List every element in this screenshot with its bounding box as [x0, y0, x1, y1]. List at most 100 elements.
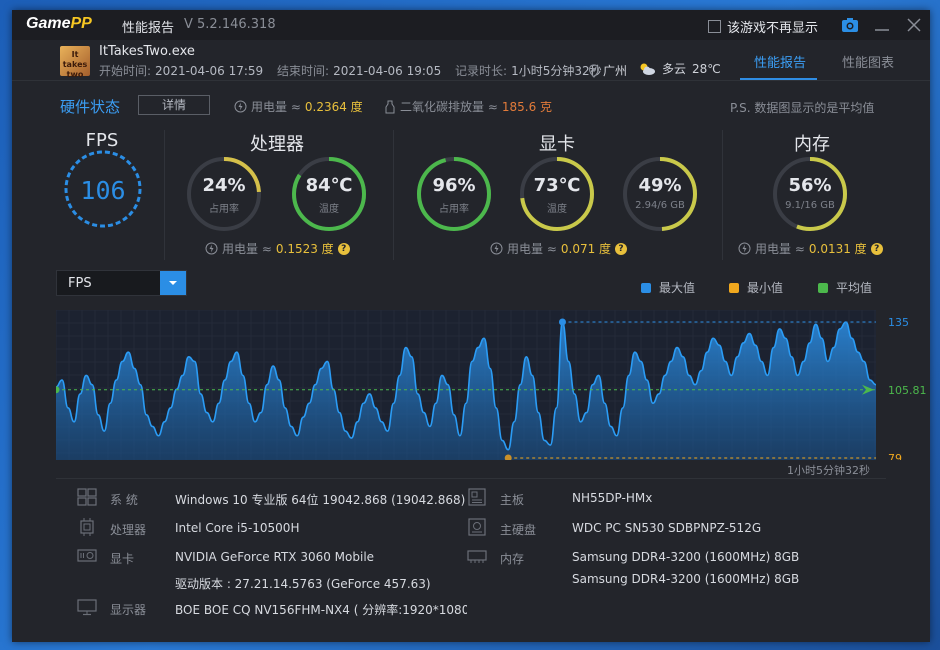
co2-bottle-icon: [385, 100, 395, 113]
cpu-temp-label: 温度: [319, 204, 339, 215]
legend-max-label: 最大值: [659, 281, 696, 295]
memory-stick-icon: [467, 550, 487, 563]
location-pin-icon: [588, 63, 600, 78]
cpu-chip-icon: [80, 518, 94, 536]
memory-power: 用电量 ≈ 0.0131 度 ?: [738, 240, 883, 257]
max-marker: [558, 318, 566, 326]
disk-value: WDC PC SN530 SDBPNPZ-512G: [572, 521, 762, 535]
windows-icon: [77, 488, 97, 506]
gpu-temp-value: 73℃: [533, 175, 581, 196]
temperature-text: 28℃: [692, 61, 721, 76]
cpu-temp-gauge: 84℃ 温度: [290, 155, 368, 233]
co2-label: 二氧化碳排放量 ≈: [400, 100, 498, 114]
metric-select-arrow[interactable]: [160, 271, 186, 295]
chevron-down-icon: [169, 281, 177, 285]
total-power-label: 用电量 ≈: [251, 100, 301, 114]
monitor-label: 显示器: [110, 603, 147, 617]
cpu-usage-label: 占用率: [209, 204, 239, 215]
chart-note: P.S. 数据图显示的是平均值: [730, 101, 875, 115]
game-name: ItTakesTwo.exe: [99, 44, 195, 59]
gamepp-report-window: GamePP 性能报告 V 5.2.146.318 该游戏不再显示 It take…: [12, 10, 930, 642]
do-not-show-option[interactable]: 该游戏不再显示: [708, 17, 818, 36]
gpu-section-title: 显卡: [539, 134, 575, 155]
monitor-icon: [77, 599, 97, 616]
legend-min-swatch: [729, 282, 739, 293]
tab-performance-report[interactable]: 性能报告: [754, 52, 806, 71]
title-bar: GamePP 性能报告 V 5.2.146.318 该游戏不再显示: [12, 10, 930, 40]
gpu-usage-value: 96%: [432, 175, 476, 196]
duration-label: 记录时长:: [455, 64, 508, 78]
avg-value-label: 105.81: [888, 384, 926, 397]
memory-usage-gauge: 56% 9.1/16 GB: [771, 155, 849, 233]
game-icon: It takes two: [60, 46, 90, 79]
gpu-power-label: 用电量 ≈: [507, 242, 557, 256]
info-divider: [56, 478, 886, 479]
details-button[interactable]: 详情: [138, 95, 210, 115]
board-value: NH55DP-HMx: [572, 491, 653, 505]
fps-value: 106: [80, 176, 125, 205]
memory-power-value: 0.0131 度: [808, 242, 867, 256]
metric-select-value: FPS: [68, 276, 92, 291]
tab-performance-chart[interactable]: 性能图表: [842, 52, 894, 71]
power-meter-icon: [234, 100, 247, 113]
board-label: 主板: [500, 493, 525, 507]
weather-text: 多云: [662, 62, 687, 76]
fps-chart: 135 105.81 79: [56, 310, 926, 460]
gpu-vram-gauge: 49% 2.94/6 GB: [621, 155, 699, 233]
location: 广州: [588, 62, 627, 79]
gpu-power: 用电量 ≈ 0.071 度 ?: [490, 240, 628, 257]
gpu-temp-gauge: 73℃ 温度: [518, 155, 596, 233]
gamepp-logo: GamePP: [26, 15, 92, 32]
max-value-label: 135: [888, 316, 909, 329]
section-divider: [393, 130, 394, 260]
gpu-driver-value: 驱动版本 : 27.21.14.5763 (GeForce 457.63): [175, 577, 431, 591]
gpu-card-icon: [77, 549, 97, 562]
section-divider: [164, 130, 165, 260]
memory-info-value-1: Samsung DDR4-3200 (1600MHz) 8GB: [572, 550, 800, 564]
help-icon[interactable]: ?: [337, 242, 350, 255]
minimize-icon[interactable]: [872, 15, 892, 35]
legend-avg-swatch: [818, 282, 828, 293]
gpu-temp-label: 温度: [547, 204, 567, 215]
cpu-temp-value: 84℃: [305, 175, 353, 196]
do-not-show-label: 该游戏不再显示: [727, 21, 819, 36]
power-meter-icon: [738, 242, 751, 255]
memory-info-value-2: Samsung DDR4-3200 (1600MHz) 8GB: [572, 572, 800, 586]
legend-min-label: 最小值: [747, 281, 784, 295]
fps-ring: 106: [64, 150, 142, 228]
version-label: V 5.2.146.318: [184, 17, 276, 32]
gpu-info-value: NVIDIA GeForce RTX 3060 Mobile: [175, 550, 375, 564]
legend-max: 最大值: [641, 279, 695, 296]
os-value: Windows 10 专业版 64位 19042.868 (19042.868): [175, 493, 466, 507]
cpu-info-label: 处理器: [110, 523, 147, 537]
do-not-show-checkbox[interactable]: [708, 20, 721, 33]
memory-usage-label: 9.1/16 GB: [785, 200, 835, 211]
metric-select[interactable]: FPS: [56, 270, 187, 296]
gpu-vram-label: 2.94/6 GB: [635, 200, 685, 211]
total-power-value: 0.2364 度: [304, 100, 363, 114]
header-divider: [12, 80, 930, 81]
cpu-usage-value: 24%: [202, 175, 246, 196]
help-icon[interactable]: ?: [870, 242, 883, 255]
hard-disk-icon: [468, 518, 486, 536]
disk-label: 主硬盘: [500, 523, 537, 537]
memory-power-label: 用电量 ≈: [755, 242, 805, 256]
legend-min: 最小值: [729, 279, 783, 296]
close-icon[interactable]: [904, 15, 924, 35]
cpu-info-value: Intel Core i5-10500H: [175, 521, 300, 535]
gpu-power-value: 0.071 度: [560, 242, 612, 256]
memory-section-title: 内存: [794, 134, 830, 155]
co2-value: 185.6 克: [501, 100, 553, 114]
legend-avg-label: 平均值: [836, 281, 873, 295]
cpu-section-title: 处理器: [250, 134, 304, 155]
cpu-power-value: 0.1523 度: [275, 242, 334, 256]
motherboard-icon: [468, 488, 486, 506]
gpu-usage-label: 占用率: [439, 204, 469, 215]
memory-usage-value: 56%: [788, 175, 832, 196]
start-time-label: 开始时间:: [99, 64, 152, 78]
chart-duration-label: 1小时5分钟32秒: [787, 464, 870, 477]
end-time-value: 2021-04-06 19:05: [333, 64, 442, 78]
help-icon[interactable]: ?: [615, 242, 628, 255]
camera-icon[interactable]: [840, 15, 860, 35]
section-divider: [722, 130, 723, 260]
